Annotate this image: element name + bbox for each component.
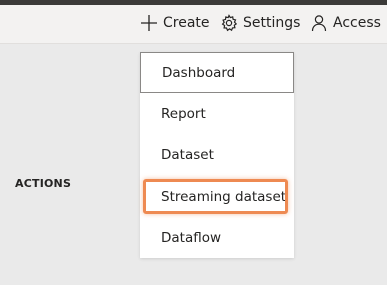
menu-item-dashboard[interactable]: Dashboard [140, 52, 294, 93]
toolbar: Create Settings Access [0, 5, 387, 44]
actions-section-label: ACTIONS [15, 177, 72, 190]
menu-item-report[interactable]: Report [140, 93, 294, 134]
settings-label: Settings [243, 15, 301, 31]
access-label: Access [333, 15, 381, 31]
access-button[interactable]: Access [310, 5, 381, 41]
create-label: Create [163, 15, 210, 31]
plus-icon [140, 14, 158, 32]
menu-item-dataset[interactable]: Dataset [140, 134, 294, 175]
settings-button[interactable]: Settings [220, 5, 300, 41]
gear-icon [220, 14, 238, 32]
menu-item-dataflow[interactable]: Dataflow [140, 217, 294, 258]
menu-item-streaming-dataset[interactable]: Streaming dataset [140, 176, 294, 217]
create-dropdown-menu: Dashboard Report Dataset Streaming datas… [140, 52, 294, 258]
create-button[interactable]: Create [140, 5, 210, 41]
person-icon [310, 14, 328, 32]
